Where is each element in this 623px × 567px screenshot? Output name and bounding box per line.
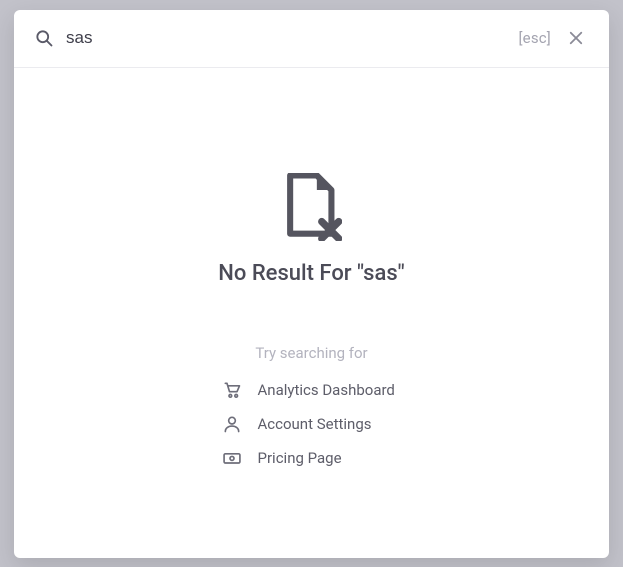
search-input[interactable] — [54, 28, 518, 48]
search-icon — [34, 28, 54, 48]
close-button[interactable] — [563, 25, 589, 51]
no-result-title: No Result For "sas" — [218, 261, 404, 286]
empty-state: No Result For "sas" Try searching for An… — [14, 68, 609, 558]
suggestion-label: Pricing Page — [258, 449, 342, 467]
user-icon — [222, 414, 242, 434]
esc-hint: [esc] — [518, 29, 551, 47]
file-x-icon — [282, 173, 342, 241]
money-icon — [222, 448, 242, 468]
suggestion-list: Analytics Dashboard Account Settings — [222, 380, 402, 468]
suggestion-label: Analytics Dashboard — [258, 381, 395, 399]
suggestion-pricing-page[interactable]: Pricing Page — [222, 448, 402, 468]
cart-icon — [222, 380, 242, 400]
search-bar: [esc] — [14, 10, 609, 68]
try-searching-label: Try searching for — [255, 344, 367, 362]
suggestion-analytics-dashboard[interactable]: Analytics Dashboard — [222, 380, 402, 400]
suggestion-account-settings[interactable]: Account Settings — [222, 414, 402, 434]
search-dialog: [esc] No Result For "sas" Try searching … — [14, 10, 609, 558]
suggestion-label: Account Settings — [258, 415, 372, 433]
